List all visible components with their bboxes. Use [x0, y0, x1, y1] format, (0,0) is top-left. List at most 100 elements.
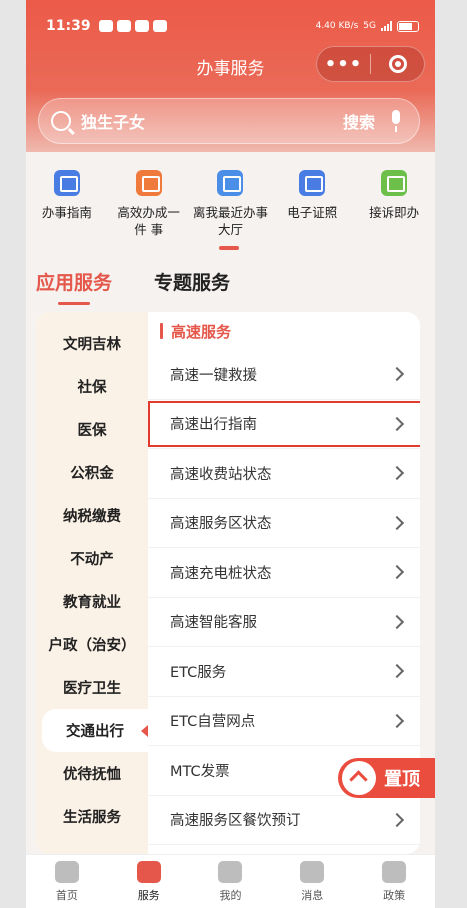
nav-messages[interactable]: 消息	[271, 855, 353, 908]
category-item[interactable]: 教育就业	[36, 580, 148, 623]
quick-tiles: 办事指南 高效办成一 件 事 离我最近办事大厅 电子证照 接诉即办	[26, 152, 435, 258]
app-screen: 11:39 4.40 KB/s 5G 办事服务 ••• 独生子女 搜索 办事指南…	[26, 0, 435, 908]
service-label: 高速收费站状态	[170, 466, 272, 483]
microphone-icon[interactable]	[389, 110, 403, 132]
chevron-right-icon	[389, 416, 405, 431]
chevron-right-icon	[389, 812, 405, 827]
notification-icon	[152, 20, 167, 32]
service-label: 高速一键救援	[170, 367, 257, 384]
tile-complaint[interactable]: 接诉即办	[353, 152, 435, 258]
category-item[interactable]: 不动产	[36, 537, 148, 580]
search-bar[interactable]: 独生子女 搜索	[38, 98, 420, 144]
bell-icon	[300, 861, 325, 883]
tile-label: 高效办成一 件 事	[117, 205, 180, 237]
category-label: 交通出行	[66, 724, 124, 740]
id-card-icon	[299, 170, 326, 196]
nav-label: 服务	[137, 889, 160, 902]
service-item[interactable]: 高速一键救援	[148, 350, 420, 400]
complaint-icon	[381, 170, 408, 196]
more-button[interactable]: •••	[317, 54, 370, 75]
location-icon	[217, 170, 244, 196]
signal-icon	[381, 21, 392, 31]
category-item[interactable]: 社保	[36, 365, 148, 408]
tab-active-indicator	[58, 302, 90, 305]
home-icon	[54, 861, 79, 883]
category-item-active[interactable]: 交通出行	[42, 709, 148, 752]
category-item[interactable]: 文明吉林	[36, 322, 148, 365]
pin-top-button[interactable]: 置顶	[338, 758, 435, 798]
tile-e-license[interactable]: 电子证照	[271, 152, 353, 258]
tile-nearest-hall[interactable]: 离我最近办事大厅	[190, 152, 272, 258]
category-item[interactable]: 优待抚恤	[36, 752, 148, 795]
section-title: 高速服务	[148, 312, 420, 350]
target-icon	[388, 55, 407, 73]
service-label: 高速充电桩状态	[170, 565, 272, 582]
nav-label: 政策	[383, 889, 406, 902]
tile-label: 离我最近办事大厅	[192, 205, 268, 237]
chevron-right-icon	[389, 367, 405, 382]
service-item[interactable]: 高速服务区状态	[148, 499, 420, 548]
notification-icon	[134, 20, 149, 32]
category-item[interactable]: 医保	[36, 408, 148, 451]
category-item[interactable]: 户政（治安）	[36, 623, 148, 666]
category-item[interactable]: 医疗卫生	[36, 666, 148, 709]
service-label: ETC自营网点	[170, 714, 256, 731]
status-notification-icons	[98, 20, 167, 32]
tile-label: 办事指南	[41, 205, 92, 220]
tiles-page-indicator	[219, 246, 239, 250]
tile-label: 接诉即办	[369, 205, 420, 220]
nav-service[interactable]: 服务	[108, 855, 190, 908]
nav-policy[interactable]: 政策	[353, 855, 435, 908]
service-item[interactable]: 高速服务区餐饮预订	[148, 796, 420, 845]
pin-top-label: 置顶	[384, 769, 420, 790]
guide-icon	[53, 170, 80, 196]
user-icon	[218, 861, 243, 883]
notification-icon	[98, 20, 113, 32]
service-item[interactable]: 高速充电桩状态	[148, 548, 420, 598]
header: 11:39 4.40 KB/s 5G 办事服务 ••• 独生子女 搜索	[26, 0, 435, 165]
service-icon	[136, 861, 161, 883]
tab-app-services[interactable]: 应用服务	[36, 268, 112, 305]
status-right: 4.40 KB/s 5G	[315, 20, 419, 32]
tile-guide[interactable]: 办事指南	[26, 152, 108, 258]
status-time: 11:39	[46, 18, 91, 34]
category-item[interactable]: 纳税缴费	[36, 494, 148, 537]
category-item[interactable]: 生活服务	[36, 795, 148, 838]
chevron-right-icon	[389, 515, 405, 530]
service-label: 高速出行指南	[170, 417, 257, 434]
battery-icon	[397, 20, 419, 32]
status-bar: 11:39 4.40 KB/s 5G	[46, 14, 419, 38]
tile-label: 电子证照	[287, 205, 338, 220]
service-tabs: 应用服务 专题服务	[36, 268, 230, 305]
network-speed: 4.40 KB/s	[315, 21, 359, 31]
active-arrow-icon	[141, 725, 148, 737]
nav-mine[interactable]: 我的	[190, 855, 272, 908]
policy-icon	[382, 861, 407, 883]
bottom-nav: 首页 服务 我的 消息 政策	[26, 854, 435, 908]
service-item[interactable]: 高速收费站状态	[148, 449, 420, 499]
network-type: 5G	[363, 21, 376, 31]
search-button[interactable]: 搜索	[343, 109, 375, 133]
chevron-right-icon	[389, 713, 405, 728]
close-button[interactable]	[371, 55, 424, 73]
nav-label: 首页	[55, 889, 78, 902]
section-title-text: 高速服务	[171, 322, 232, 341]
chevron-right-icon	[389, 614, 405, 629]
service-item[interactable]: ETC自营网点	[148, 697, 420, 746]
nav-home[interactable]: 首页	[26, 855, 108, 908]
mini-program-capsule: •••	[316, 46, 425, 82]
service-label: 高速服务区状态	[170, 516, 272, 533]
chevron-right-icon	[389, 664, 405, 679]
chevron-right-icon	[389, 466, 405, 481]
service-item[interactable]: ETC服务	[148, 647, 420, 697]
tab-label: 专题服务	[154, 272, 231, 294]
category-item[interactable]: 公积金	[36, 451, 148, 494]
nav-label: 我的	[219, 889, 242, 902]
service-item-highlighted[interactable]: 高速出行指南	[148, 400, 420, 449]
search-input[interactable]: 独生子女	[81, 109, 343, 133]
service-label: 高速服务区餐饮预订	[170, 813, 301, 830]
chevron-right-icon	[389, 565, 405, 580]
service-item[interactable]: 高速智能客服	[148, 598, 420, 647]
tile-efficient[interactable]: 高效办成一 件 事	[108, 152, 190, 258]
tab-topic-services[interactable]: 专题服务	[154, 268, 230, 305]
